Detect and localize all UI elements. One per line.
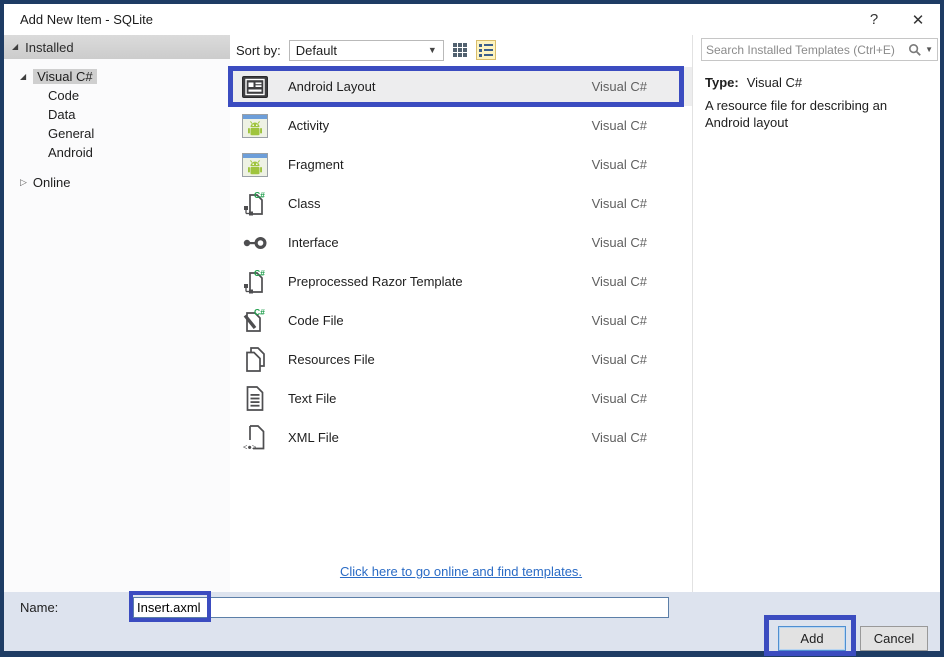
interface-icon [240,236,270,250]
list-toolbar: Sort by: Default ▼ [230,35,692,65]
android-layout-icon [240,75,270,98]
type-value: Visual C# [746,75,803,90]
collapsed-triangle-icon: ▷ [20,177,27,187]
template-language: Visual C# [591,79,647,94]
category-panel: ◢ Installed ◢ Visual C# Code Data Genera… [4,35,230,592]
tree-node-android[interactable]: Android [4,143,230,162]
tree-node-code[interactable]: Code [4,86,230,105]
details-panel: ▼ Type: Visual C# A resource file for des… [692,35,940,592]
template-name: Android Layout [288,79,376,94]
template-name: XML File [288,430,339,445]
category-tree: ◢ Visual C# Code Data General Android [4,67,230,162]
list-view-icon [478,43,493,57]
template-language: Visual C# [591,313,647,328]
search-icon[interactable] [908,43,922,57]
template-name: Class [288,196,321,211]
help-button[interactable]: ? [852,11,896,28]
tree-node-general[interactable]: General [4,124,230,143]
template-row-android-layout[interactable]: Android Layout Visual C# [230,67,692,106]
text-file-icon [240,385,270,412]
resources-file-icon [240,346,270,373]
android-activity-icon [240,113,270,138]
csharp-razor-icon: C# [240,268,270,296]
add-button[interactable]: Add [778,626,846,651]
svg-text:C#: C# [254,190,265,200]
cancel-button[interactable]: Cancel [860,626,928,651]
template-name: Activity [288,118,330,133]
template-row-fragment[interactable]: Fragment Visual C# [230,145,692,184]
dialog-footer: Name: Add Cancel [4,592,940,651]
template-row-razor-template[interactable]: C# Preprocessed Razor Template Visual C# [230,262,692,301]
svg-text:C#: C# [254,307,265,317]
name-label: Name: [20,600,59,615]
template-list: Android Layout Visual C# Activity Visual… [230,67,692,457]
tree-node-data[interactable]: Data [4,105,230,124]
chevron-down-icon: ▼ [427,45,437,55]
svg-text:C#: C# [254,268,265,278]
template-language: Visual C# [591,391,647,406]
tree-node-visual-csharp[interactable]: ◢ Visual C# [4,67,230,86]
installed-section-header[interactable]: ◢ Installed [4,35,230,59]
svg-text:<●>: <●> [243,443,257,452]
title-bar: Add New Item - SQLite ? ✕ [4,4,940,35]
template-name: Preprocessed Razor Template [288,274,463,289]
code-file-icon: C# [240,307,270,335]
template-list-panel: Sort by: Default ▼ Android Layout Visual… [230,35,692,592]
template-language: Visual C# [591,274,647,289]
template-language: Visual C# [591,352,647,367]
sort-dropdown[interactable]: Default ▼ [288,39,444,61]
go-online-link[interactable]: Click here to go online and find templat… [230,564,692,579]
grid-view-icon [452,43,467,57]
name-input[interactable] [133,597,669,618]
tree-node-online[interactable]: ▷ Online [4,173,230,192]
template-language: Visual C# [591,196,647,211]
template-row-code-file[interactable]: C# Code File Visual C# [230,301,692,340]
installed-label: Installed [25,39,74,55]
expanded-triangle-icon: ◢ [12,42,19,51]
expanded-triangle-icon: ◢ [20,71,27,81]
template-row-activity[interactable]: Activity Visual C# [230,106,692,145]
list-view-button[interactable] [475,40,496,60]
template-language: Visual C# [591,430,647,445]
sort-dropdown-value: Default [295,42,337,58]
template-row-text-file[interactable]: Text File Visual C# [230,379,692,418]
template-row-xml-file[interactable]: <●> XML File Visual C# [230,418,692,457]
template-name: Code File [288,313,344,328]
template-name: Fragment [288,157,344,172]
template-name: Resources File [288,352,375,367]
sort-by-label: Sort by: [236,42,281,58]
template-row-resources-file[interactable]: Resources File Visual C# [230,340,692,379]
visual-csharp-label: Visual C# [33,69,97,84]
medium-icons-view-button[interactable] [450,40,470,60]
template-row-class[interactable]: C# Class Visual C# [230,184,692,223]
template-name: Interface [288,235,339,250]
online-label: Online [32,175,71,190]
csharp-class-icon: C# [240,190,270,218]
type-line: Type: Visual C# [705,75,802,90]
template-name: Text File [288,391,337,406]
search-input[interactable] [706,42,909,57]
close-button[interactable]: ✕ [896,11,940,29]
search-options-chevron-icon[interactable]: ▼ [925,45,933,54]
dialog-title: Add New Item - SQLite [20,12,153,27]
type-label: Type: [705,75,739,90]
dialog-body: ◢ Installed ◢ Visual C# Code Data Genera… [4,35,940,592]
template-language: Visual C# [591,157,647,172]
xml-file-icon: <●> [240,424,270,451]
template-row-interface[interactable]: Interface Visual C# [230,223,692,262]
template-language: Visual C# [591,118,647,133]
android-fragment-icon [240,152,270,177]
template-description: A resource file for describing an Androi… [705,98,888,130]
search-box: ▼ [701,38,938,61]
add-new-item-dialog: Add New Item - SQLite ? ✕ ◢ Installed ◢ … [0,0,944,657]
template-language: Visual C# [591,235,647,250]
